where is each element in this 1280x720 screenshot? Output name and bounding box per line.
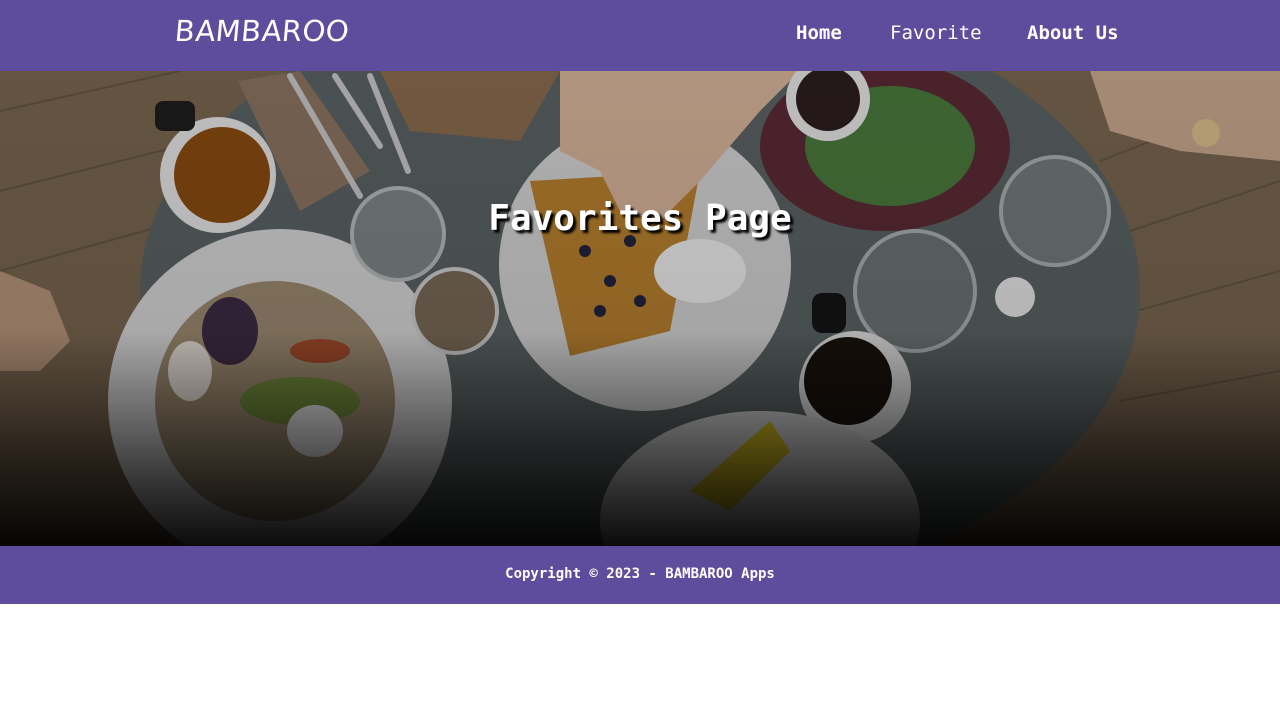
page-footer: Copyright © 2023 - BAMBAROO Apps [0, 546, 1280, 604]
nav-link-home[interactable]: Home [796, 22, 842, 44]
hero-dark-overlay [0, 71, 1280, 546]
nav-link-favorite[interactable]: Favorite [890, 22, 982, 44]
top-navbar: BAMBAROO Home Favorite About Us [0, 0, 1280, 71]
nav-link-about-us[interactable]: About Us [1027, 22, 1119, 44]
page-title: Favorites Page [488, 198, 792, 239]
copyright-text: Copyright © 2023 - BAMBAROO Apps [505, 566, 775, 582]
hero-banner: Favorites Page [0, 71, 1280, 546]
nav-links: Home Favorite About Us [0, 22, 1280, 52]
